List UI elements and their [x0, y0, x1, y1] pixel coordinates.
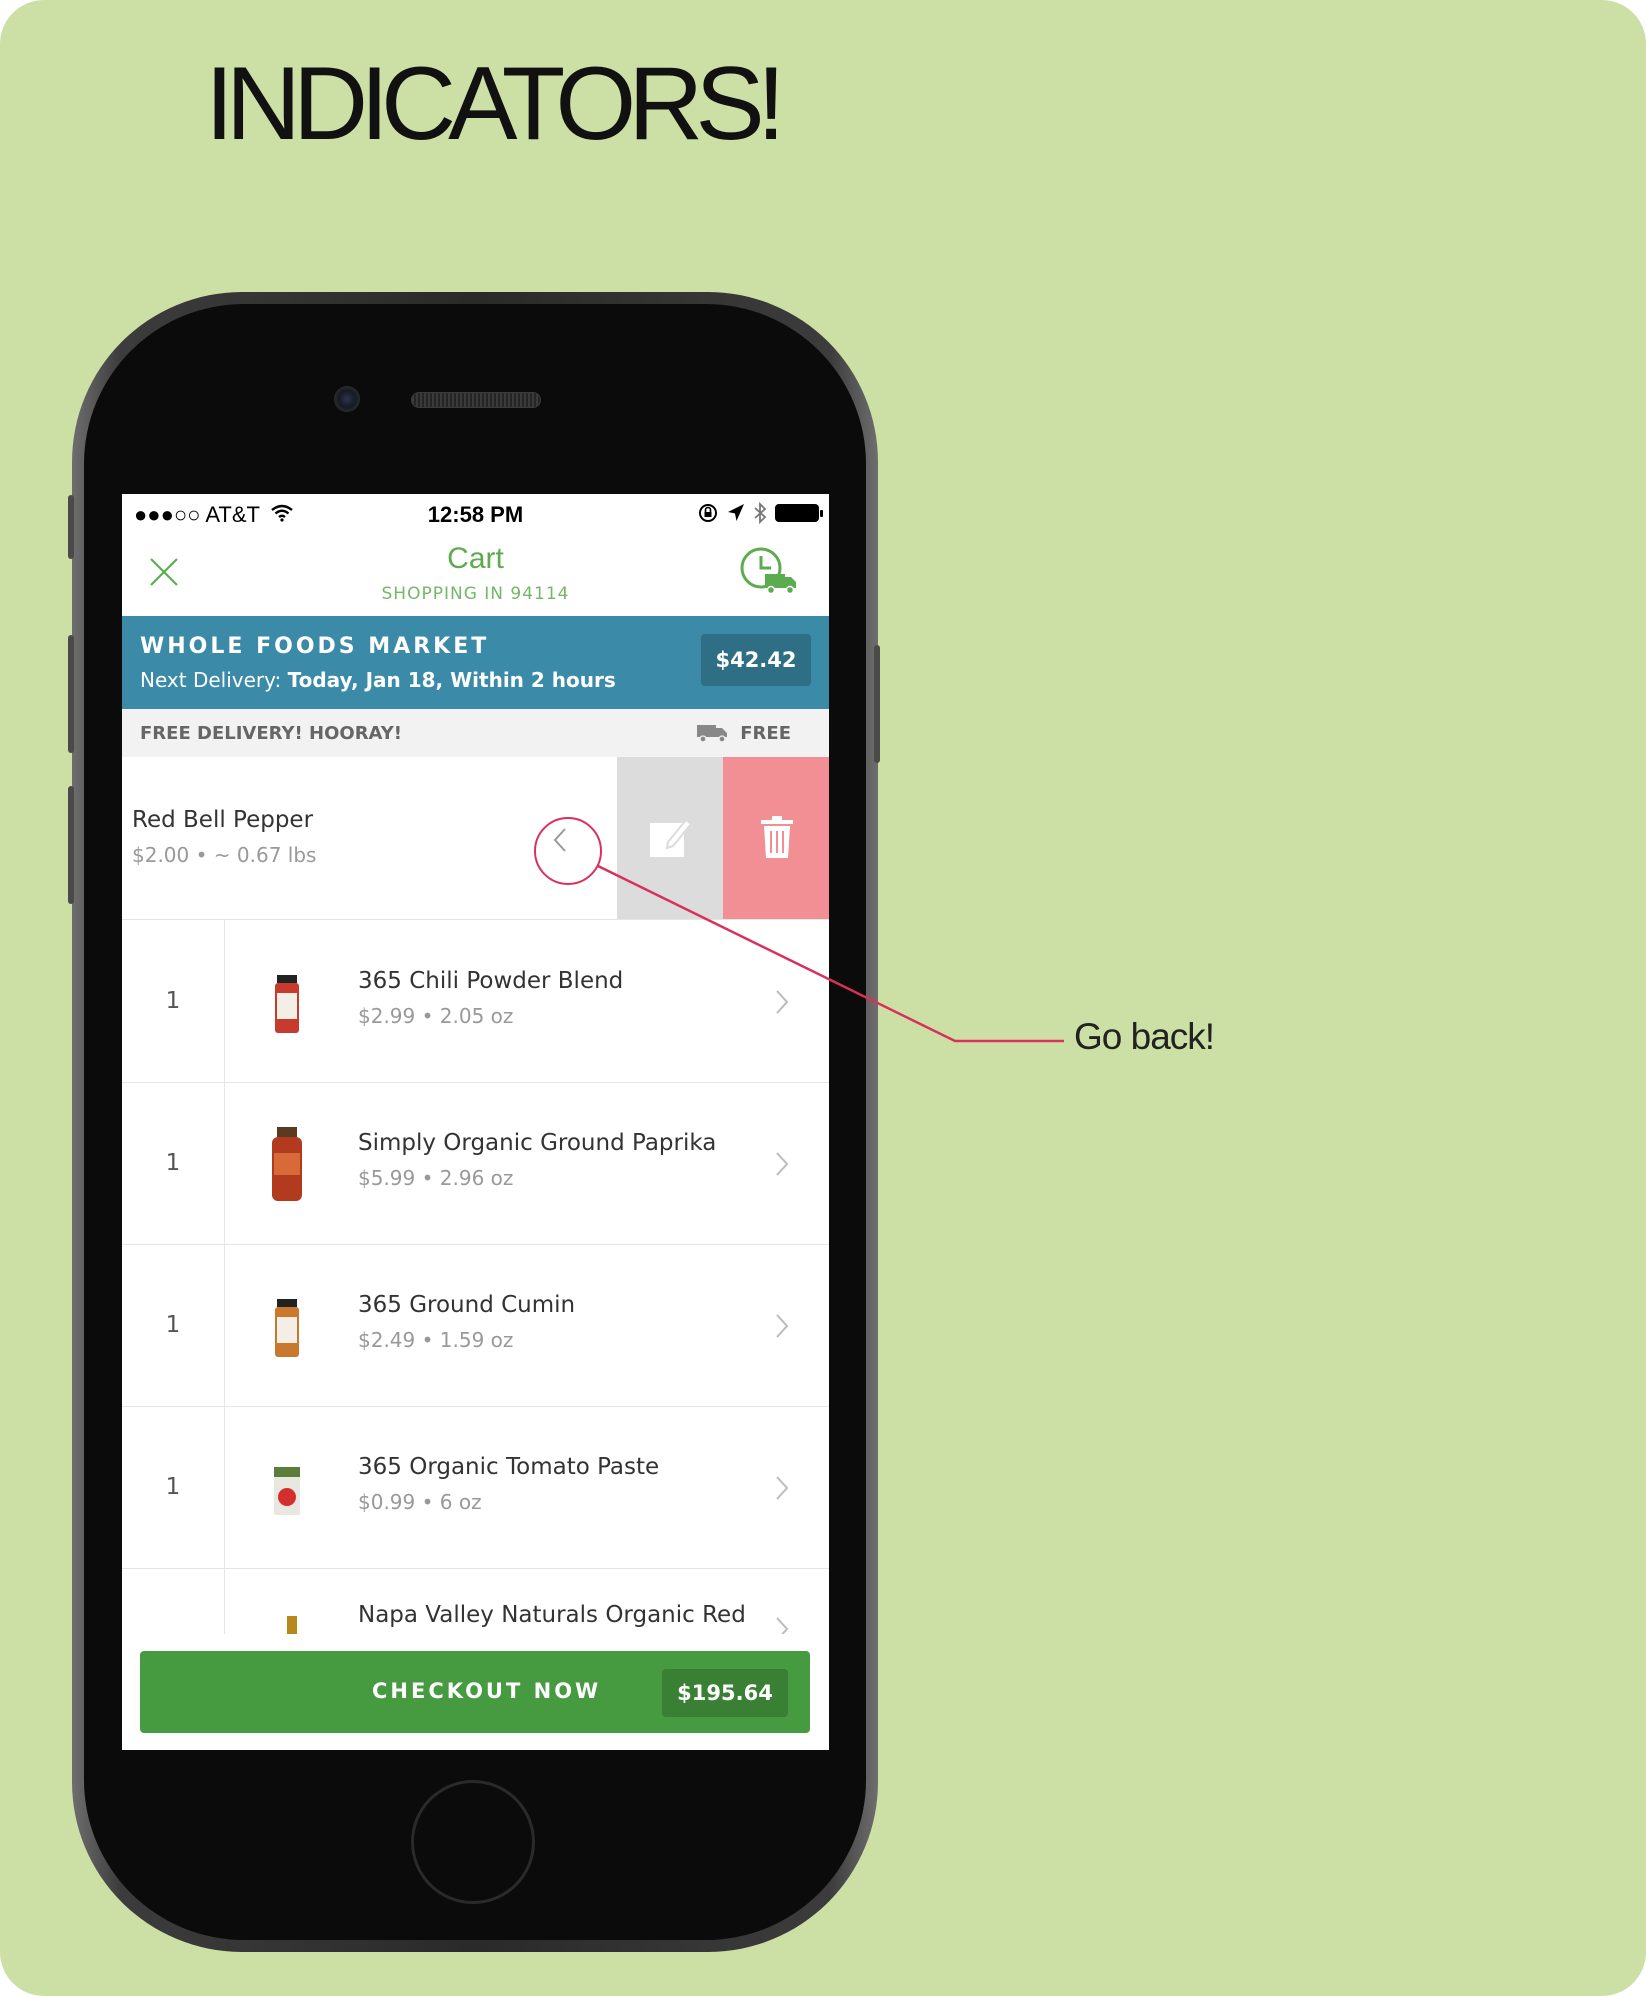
poster-background: INDICATORS! ●●●○○ AT&T 12:58 PM Cart SHO… [0, 0, 1646, 1996]
callout-label: Go back! [1074, 1016, 1215, 1057]
callout-leader-line [597, 864, 1064, 1043]
